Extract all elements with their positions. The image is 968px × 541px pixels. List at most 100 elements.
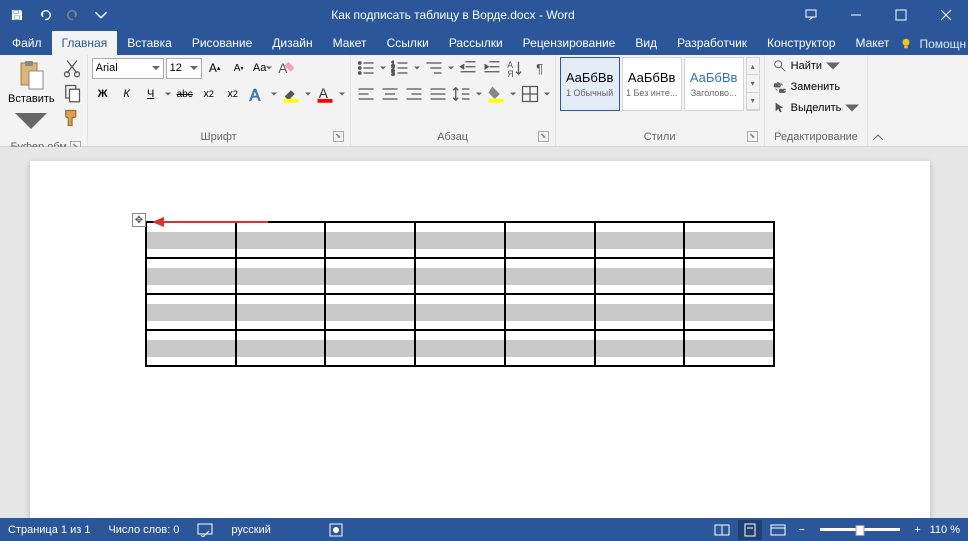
tab-design[interactable]: Дизайн — [262, 31, 322, 55]
tell-me-input[interactable]: Помощн — [919, 37, 966, 51]
table-cell[interactable] — [595, 330, 685, 366]
tab-table-layout[interactable]: Макет — [845, 31, 899, 55]
table-cell[interactable] — [236, 294, 326, 330]
tab-home[interactable]: Главная — [52, 31, 118, 55]
save-icon[interactable] — [4, 3, 30, 27]
table-cell[interactable] — [236, 258, 326, 294]
tab-table-design[interactable]: Конструктор — [757, 31, 845, 55]
paste-button[interactable]: Вставить — [4, 57, 59, 139]
document-table[interactable] — [145, 221, 775, 367]
copy-icon[interactable] — [61, 82, 83, 104]
table-cell[interactable] — [325, 330, 415, 366]
language-indicator[interactable]: русский — [231, 524, 270, 536]
justify-icon[interactable] — [427, 83, 449, 105]
zoom-out-button[interactable]: − — [794, 524, 810, 536]
align-right-icon[interactable] — [403, 83, 425, 105]
font-dialog-launcher[interactable]: ⬊ — [333, 131, 344, 142]
text-effects-dropdown[interactable] — [270, 92, 278, 96]
highlight-dropdown[interactable] — [304, 92, 312, 96]
ribbon-options-icon[interactable] — [788, 0, 833, 29]
cut-icon[interactable] — [61, 57, 83, 79]
word-count[interactable]: Число слов: 0 — [108, 524, 179, 536]
paragraph-dialog-launcher[interactable]: ⬊ — [538, 131, 549, 142]
font-color-dropdown[interactable] — [338, 92, 346, 96]
tab-mailings[interactable]: Рассылки — [439, 31, 513, 55]
table-cell[interactable] — [595, 294, 685, 330]
redo-icon[interactable] — [60, 3, 86, 27]
numbering-icon[interactable]: 123 — [389, 57, 411, 79]
italic-button[interactable]: К — [116, 83, 138, 105]
text-effects-icon[interactable]: A — [246, 83, 268, 105]
table-cell[interactable] — [684, 330, 774, 366]
styles-gallery-more[interactable]: ▴▾▾ — [746, 57, 760, 111]
style-normal[interactable]: АаБбВв1 Обычный — [560, 57, 620, 111]
style-heading1[interactable]: АаБбВвЗаголово... — [684, 57, 744, 111]
multilevel-dropdown[interactable] — [447, 66, 455, 70]
print-layout-icon[interactable] — [738, 520, 762, 540]
tab-review[interactable]: Рецензирование — [513, 31, 626, 55]
highlight-icon[interactable] — [280, 83, 302, 105]
table-cell[interactable] — [415, 258, 505, 294]
table-cell[interactable] — [684, 294, 774, 330]
align-center-icon[interactable] — [379, 83, 401, 105]
clear-format-icon[interactable]: A — [276, 57, 298, 79]
shading-icon[interactable] — [485, 83, 507, 105]
multilevel-icon[interactable] — [423, 57, 445, 79]
maximize-icon[interactable] — [878, 0, 923, 29]
superscript-button[interactable]: x2 — [222, 83, 244, 105]
close-icon[interactable] — [923, 0, 968, 29]
table-cell[interactable] — [505, 258, 595, 294]
collapse-ribbon-icon[interactable] — [867, 55, 887, 146]
subscript-button[interactable]: x2 — [198, 83, 220, 105]
table-cell[interactable] — [505, 222, 595, 258]
page-indicator[interactable]: Страница 1 из 1 — [8, 524, 90, 536]
font-name-selector[interactable]: Arial — [92, 58, 164, 79]
table-cell[interactable] — [684, 222, 774, 258]
line-spacing-dropdown[interactable] — [475, 92, 483, 96]
table-cell[interactable] — [595, 222, 685, 258]
bullets-dropdown[interactable] — [379, 66, 387, 70]
select-button[interactable]: Выделить — [769, 99, 864, 117]
format-painter-icon[interactable] — [61, 107, 83, 129]
tab-references[interactable]: Ссылки — [377, 31, 439, 55]
borders-icon[interactable] — [519, 83, 541, 105]
table-cell[interactable] — [146, 294, 236, 330]
table-cell[interactable] — [325, 222, 415, 258]
tab-file[interactable]: Файл — [2, 31, 52, 55]
proofing-icon[interactable] — [197, 523, 213, 537]
undo-icon[interactable] — [32, 3, 58, 27]
font-size-selector[interactable]: 12 — [166, 58, 202, 79]
shrink-font-icon[interactable]: A▾ — [228, 57, 250, 79]
borders-dropdown[interactable] — [543, 92, 551, 96]
table-cell[interactable] — [146, 330, 236, 366]
minimize-icon[interactable] — [833, 0, 878, 29]
tab-view[interactable]: Вид — [625, 31, 667, 55]
tab-layout[interactable]: Макет — [323, 31, 377, 55]
tab-developer[interactable]: Разработчик — [667, 31, 757, 55]
style-no-spacing[interactable]: АаБбВв1 Без инте... — [622, 57, 682, 111]
tab-draw[interactable]: Рисование — [182, 31, 262, 55]
numbering-dropdown[interactable] — [413, 66, 421, 70]
shading-dropdown[interactable] — [509, 92, 517, 96]
zoom-in-button[interactable]: + — [910, 524, 926, 536]
table-cell[interactable] — [325, 294, 415, 330]
decrease-indent-icon[interactable] — [457, 57, 479, 79]
tab-insert[interactable]: Вставка — [117, 31, 182, 55]
sort-icon[interactable]: AЯ — [505, 57, 527, 79]
bullets-icon[interactable] — [355, 57, 377, 79]
qat-customize-icon[interactable] — [88, 3, 114, 27]
pilcrow-icon[interactable]: ¶ — [529, 57, 551, 79]
table-cell[interactable] — [236, 330, 326, 366]
grow-font-icon[interactable]: A▴ — [204, 57, 226, 79]
table-cell[interactable] — [595, 258, 685, 294]
underline-button[interactable]: Ч — [140, 83, 162, 105]
line-spacing-icon[interactable] — [451, 83, 473, 105]
font-color-icon[interactable]: A — [314, 83, 336, 105]
document-area[interactable]: ✥ — [0, 147, 968, 518]
table-cell[interactable] — [415, 330, 505, 366]
underline-dropdown[interactable] — [164, 92, 172, 96]
table-cell[interactable] — [684, 258, 774, 294]
table-cell[interactable] — [415, 222, 505, 258]
find-button[interactable]: Найти — [769, 57, 864, 75]
change-case-icon[interactable]: Aa — [252, 57, 274, 79]
